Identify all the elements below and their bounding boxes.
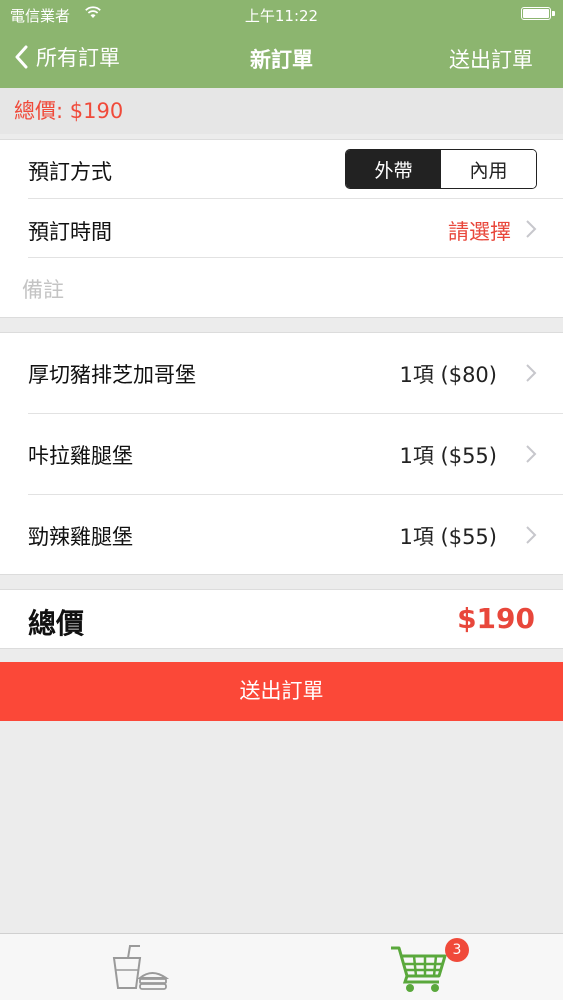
chevron-right-icon (526, 364, 537, 382)
order-method-segmented-control: 外帶 內用 (345, 149, 537, 189)
grand-total-value: $190 (457, 602, 535, 635)
status-bar: 電信業者 上午11:22 (0, 0, 563, 28)
chevron-right-icon (526, 445, 537, 463)
list-item[interactable]: 厚切豬排芝加哥堡 1項 ($80) (0, 333, 563, 414)
nav-submit-button[interactable]: 送出訂單 (449, 44, 533, 74)
order-time-row[interactable]: 預訂時間 請選擇 (0, 199, 563, 257)
item-qty-price: 1項 ($55) (399, 525, 497, 549)
cart-badge: 3 (445, 938, 469, 962)
item-qty-price: 1項 ($55) (399, 444, 497, 468)
row-divider (28, 257, 563, 258)
submit-order-button[interactable]: 送出訂單 (0, 662, 563, 721)
segment-takeout[interactable]: 外帶 (346, 150, 441, 188)
item-name: 咔拉雞腿堡 (28, 444, 133, 468)
tab-cart[interactable] (281, 934, 562, 1000)
battery-icon (521, 7, 555, 20)
tab-menu[interactable] (0, 934, 281, 1000)
order-items-list: 厚切豬排芝加哥堡 1項 ($80) 咔拉雞腿堡 1項 ($55) 勁辣雞腿堡 1… (0, 332, 563, 575)
item-name: 厚切豬排芝加哥堡 (28, 363, 196, 387)
segment-dine-in[interactable]: 內用 (441, 150, 536, 188)
drink-burger-icon (112, 945, 170, 990)
order-time-label: 預訂時間 (28, 220, 112, 244)
list-item[interactable]: 咔拉雞腿堡 1項 ($55) (0, 414, 563, 495)
shopping-cart-icon (391, 946, 447, 992)
tab-bar (0, 933, 563, 1000)
grand-total-label: 總價 (28, 607, 85, 640)
order-method-label: 預訂方式 (28, 160, 112, 184)
item-name: 勁辣雞腿堡 (28, 525, 133, 549)
total-banner: 總價: $190 (0, 88, 563, 134)
chevron-right-icon (526, 220, 537, 238)
grand-total-row: 總價 $190 (0, 589, 563, 649)
notes-input[interactable]: 備註 (22, 274, 64, 304)
chevron-right-icon (526, 526, 537, 544)
order-time-value: 請選擇 (448, 220, 511, 244)
list-item[interactable]: 勁辣雞腿堡 1項 ($55) (0, 495, 563, 576)
navigation-header: 電信業者 上午11:22 所有訂單 新訂單 送出訂單 (0, 0, 563, 88)
item-qty-price: 1項 ($80) (399, 363, 497, 387)
status-time: 上午11:22 (244, 7, 319, 25)
